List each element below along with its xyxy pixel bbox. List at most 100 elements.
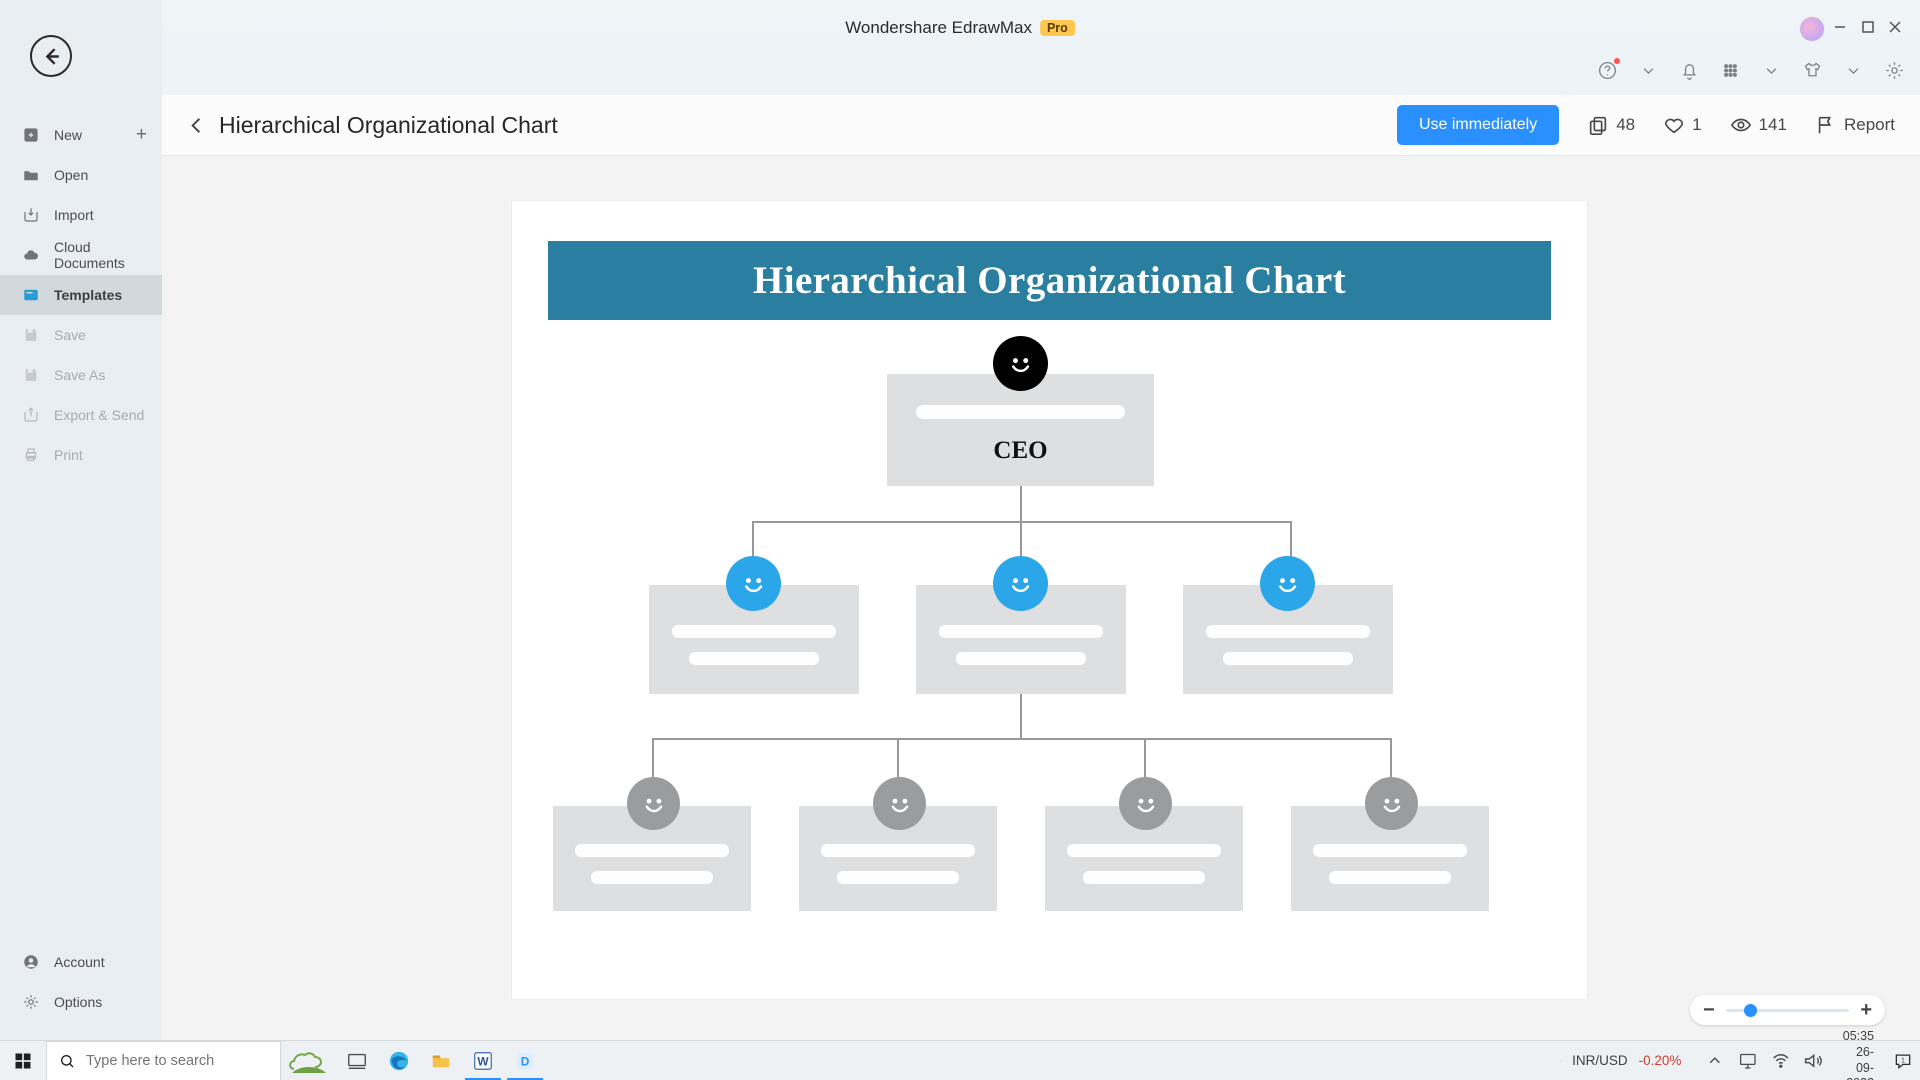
weather-widget[interactable] <box>281 1041 336 1080</box>
app-name: Wondershare EdrawMax <box>845 18 1032 38</box>
sidebar-label: Account <box>54 954 105 970</box>
views-stat: 141 <box>1730 114 1787 136</box>
sidebar-item-print: Print <box>0 435 162 475</box>
use-immediately-button[interactable]: Use immediately <box>1397 105 1559 145</box>
start-button[interactable] <box>0 1041 46 1080</box>
sidebar-label: Cloud Documents <box>54 239 162 271</box>
user-avatar[interactable] <box>1799 16 1825 42</box>
templates-icon <box>22 286 40 304</box>
maximize-button[interactable] <box>1860 19 1876 35</box>
settings-icon[interactable] <box>1884 60 1905 81</box>
employee-avatar-icon <box>1365 777 1418 830</box>
svg-text:W: W <box>477 1054 489 1068</box>
search-placeholder: Type here to search <box>86 1053 214 1069</box>
sidebar-item-open[interactable]: Open <box>0 155 162 195</box>
edrawmax-icon[interactable]: D <box>504 1041 546 1080</box>
employee-avatar-icon <box>627 777 680 830</box>
account-icon <box>22 953 40 971</box>
svg-text:D: D <box>521 1054 530 1068</box>
org-node-label: CEO <box>993 437 1047 465</box>
explorer-icon[interactable] <box>420 1041 462 1080</box>
sidebar-label: Options <box>54 994 102 1010</box>
cloud-icon <box>22 246 40 264</box>
sidebar-item-import[interactable]: Import <box>0 195 162 235</box>
sidebar-item-save: Save <box>0 315 162 355</box>
sidebar-label: Import <box>54 207 94 223</box>
close-button[interactable] <box>1887 19 1903 35</box>
top-right-toolbar <box>1597 60 1905 81</box>
minimize-button[interactable] <box>1832 19 1848 35</box>
chevron-down-icon[interactable] <box>1761 60 1782 81</box>
folder-icon <box>22 166 40 184</box>
taskbar-date: 26-09-2023 <box>1843 1045 1874 1080</box>
sidebar-item-cloud[interactable]: Cloud Documents <box>0 235 162 275</box>
gear-icon <box>22 993 40 1011</box>
print-icon <box>22 446 40 464</box>
bell-icon[interactable] <box>1679 60 1700 81</box>
svg-text:1: 1 <box>1901 1055 1905 1064</box>
sidebar-item-saveas: Save As <box>0 355 162 395</box>
sidebar-label: Templates <box>54 287 122 303</box>
currency-pair[interactable]: INR/USD <box>1572 1053 1628 1068</box>
chart-banner: Hierarchical Organizational Chart <box>548 241 1551 320</box>
import-icon <box>22 206 40 224</box>
help-icon[interactable] <box>1597 60 1618 81</box>
sidebar-label: Export & Send <box>54 407 144 423</box>
zoom-out-button[interactable]: − <box>1703 999 1715 1022</box>
sidebar-label: Open <box>54 167 88 183</box>
word-icon[interactable]: W <box>462 1041 504 1080</box>
sidebar-item-account[interactable]: Account <box>0 942 162 982</box>
zoom-knob[interactable] <box>1744 1004 1757 1017</box>
tshirt-icon[interactable] <box>1802 60 1823 81</box>
tray-chevron-up-icon[interactable] <box>1704 1050 1726 1072</box>
template-header: Hierarchical Organizational Chart Use im… <box>162 95 1920 156</box>
chevron-down-icon[interactable] <box>1843 60 1864 81</box>
sidebar-label: Save <box>54 327 86 343</box>
search-input[interactable]: Type here to search <box>46 1041 281 1080</box>
app-title: Wondershare EdrawMax Pro <box>845 18 1075 38</box>
sidebar-item-options[interactable]: Options <box>0 982 162 1022</box>
employee-avatar-icon <box>1119 777 1172 830</box>
action-center-icon[interactable]: 1 <box>1893 1051 1913 1071</box>
tray-wifi-icon[interactable] <box>1770 1050 1792 1072</box>
taskbar: Type here to search W D INR/USD -0.20% 0… <box>0 1040 1920 1080</box>
manager-avatar-icon <box>993 556 1048 611</box>
sidebar-item-templates[interactable]: Templates <box>0 275 162 315</box>
zoom-slider[interactable]: − + <box>1690 995 1885 1025</box>
save-icon <box>22 366 40 384</box>
copies-stat[interactable]: 48 <box>1587 114 1635 136</box>
zoom-in-button[interactable]: + <box>1860 999 1872 1022</box>
employee-avatar-icon <box>873 777 926 830</box>
sidebar-label: Save As <box>54 367 105 383</box>
report-button[interactable]: Report <box>1815 114 1895 136</box>
plus-icon[interactable]: + <box>136 124 147 146</box>
manager-avatar-icon <box>726 556 781 611</box>
apps-icon[interactable] <box>1720 60 1741 81</box>
back-home-button[interactable] <box>30 35 72 77</box>
pro-badge: Pro <box>1040 20 1075 36</box>
taskbar-time: 05:35 <box>1843 1029 1874 1045</box>
sidebar-item-new[interactable]: New + <box>0 115 162 155</box>
canvas[interactable]: Hierarchical Organizational Chart CEO <box>162 156 1920 1040</box>
task-view-icon[interactable] <box>336 1041 378 1080</box>
notification-dot <box>1614 58 1620 64</box>
manager-avatar-icon <box>1260 556 1315 611</box>
back-button[interactable] <box>180 109 212 141</box>
currency-icon <box>1560 1050 1561 1072</box>
page-title: Hierarchical Organizational Chart <box>219 112 558 139</box>
taskbar-clock[interactable]: 05:35 26-09-2023 <box>1835 1029 1882 1080</box>
sidebar-item-export: Export & Send <box>0 395 162 435</box>
sidebar-label: New <box>54 127 82 143</box>
main: Hierarchical Organizational Chart Use im… <box>162 95 1920 1040</box>
sidebar-label: Print <box>54 447 83 463</box>
currency-change: -0.20% <box>1639 1053 1682 1068</box>
sidebar: New + Open Import Cloud Documents Templa… <box>0 0 162 1040</box>
tray-volume-icon[interactable] <box>1802 1050 1824 1072</box>
likes-stat[interactable]: 1 <box>1663 114 1701 136</box>
template-preview: Hierarchical Organizational Chart CEO <box>512 201 1587 999</box>
edge-icon[interactable] <box>378 1041 420 1080</box>
export-icon <box>22 406 40 424</box>
tray-display-icon[interactable] <box>1737 1050 1759 1072</box>
chevron-down-icon[interactable] <box>1638 60 1659 81</box>
zoom-track[interactable] <box>1726 1009 1850 1012</box>
